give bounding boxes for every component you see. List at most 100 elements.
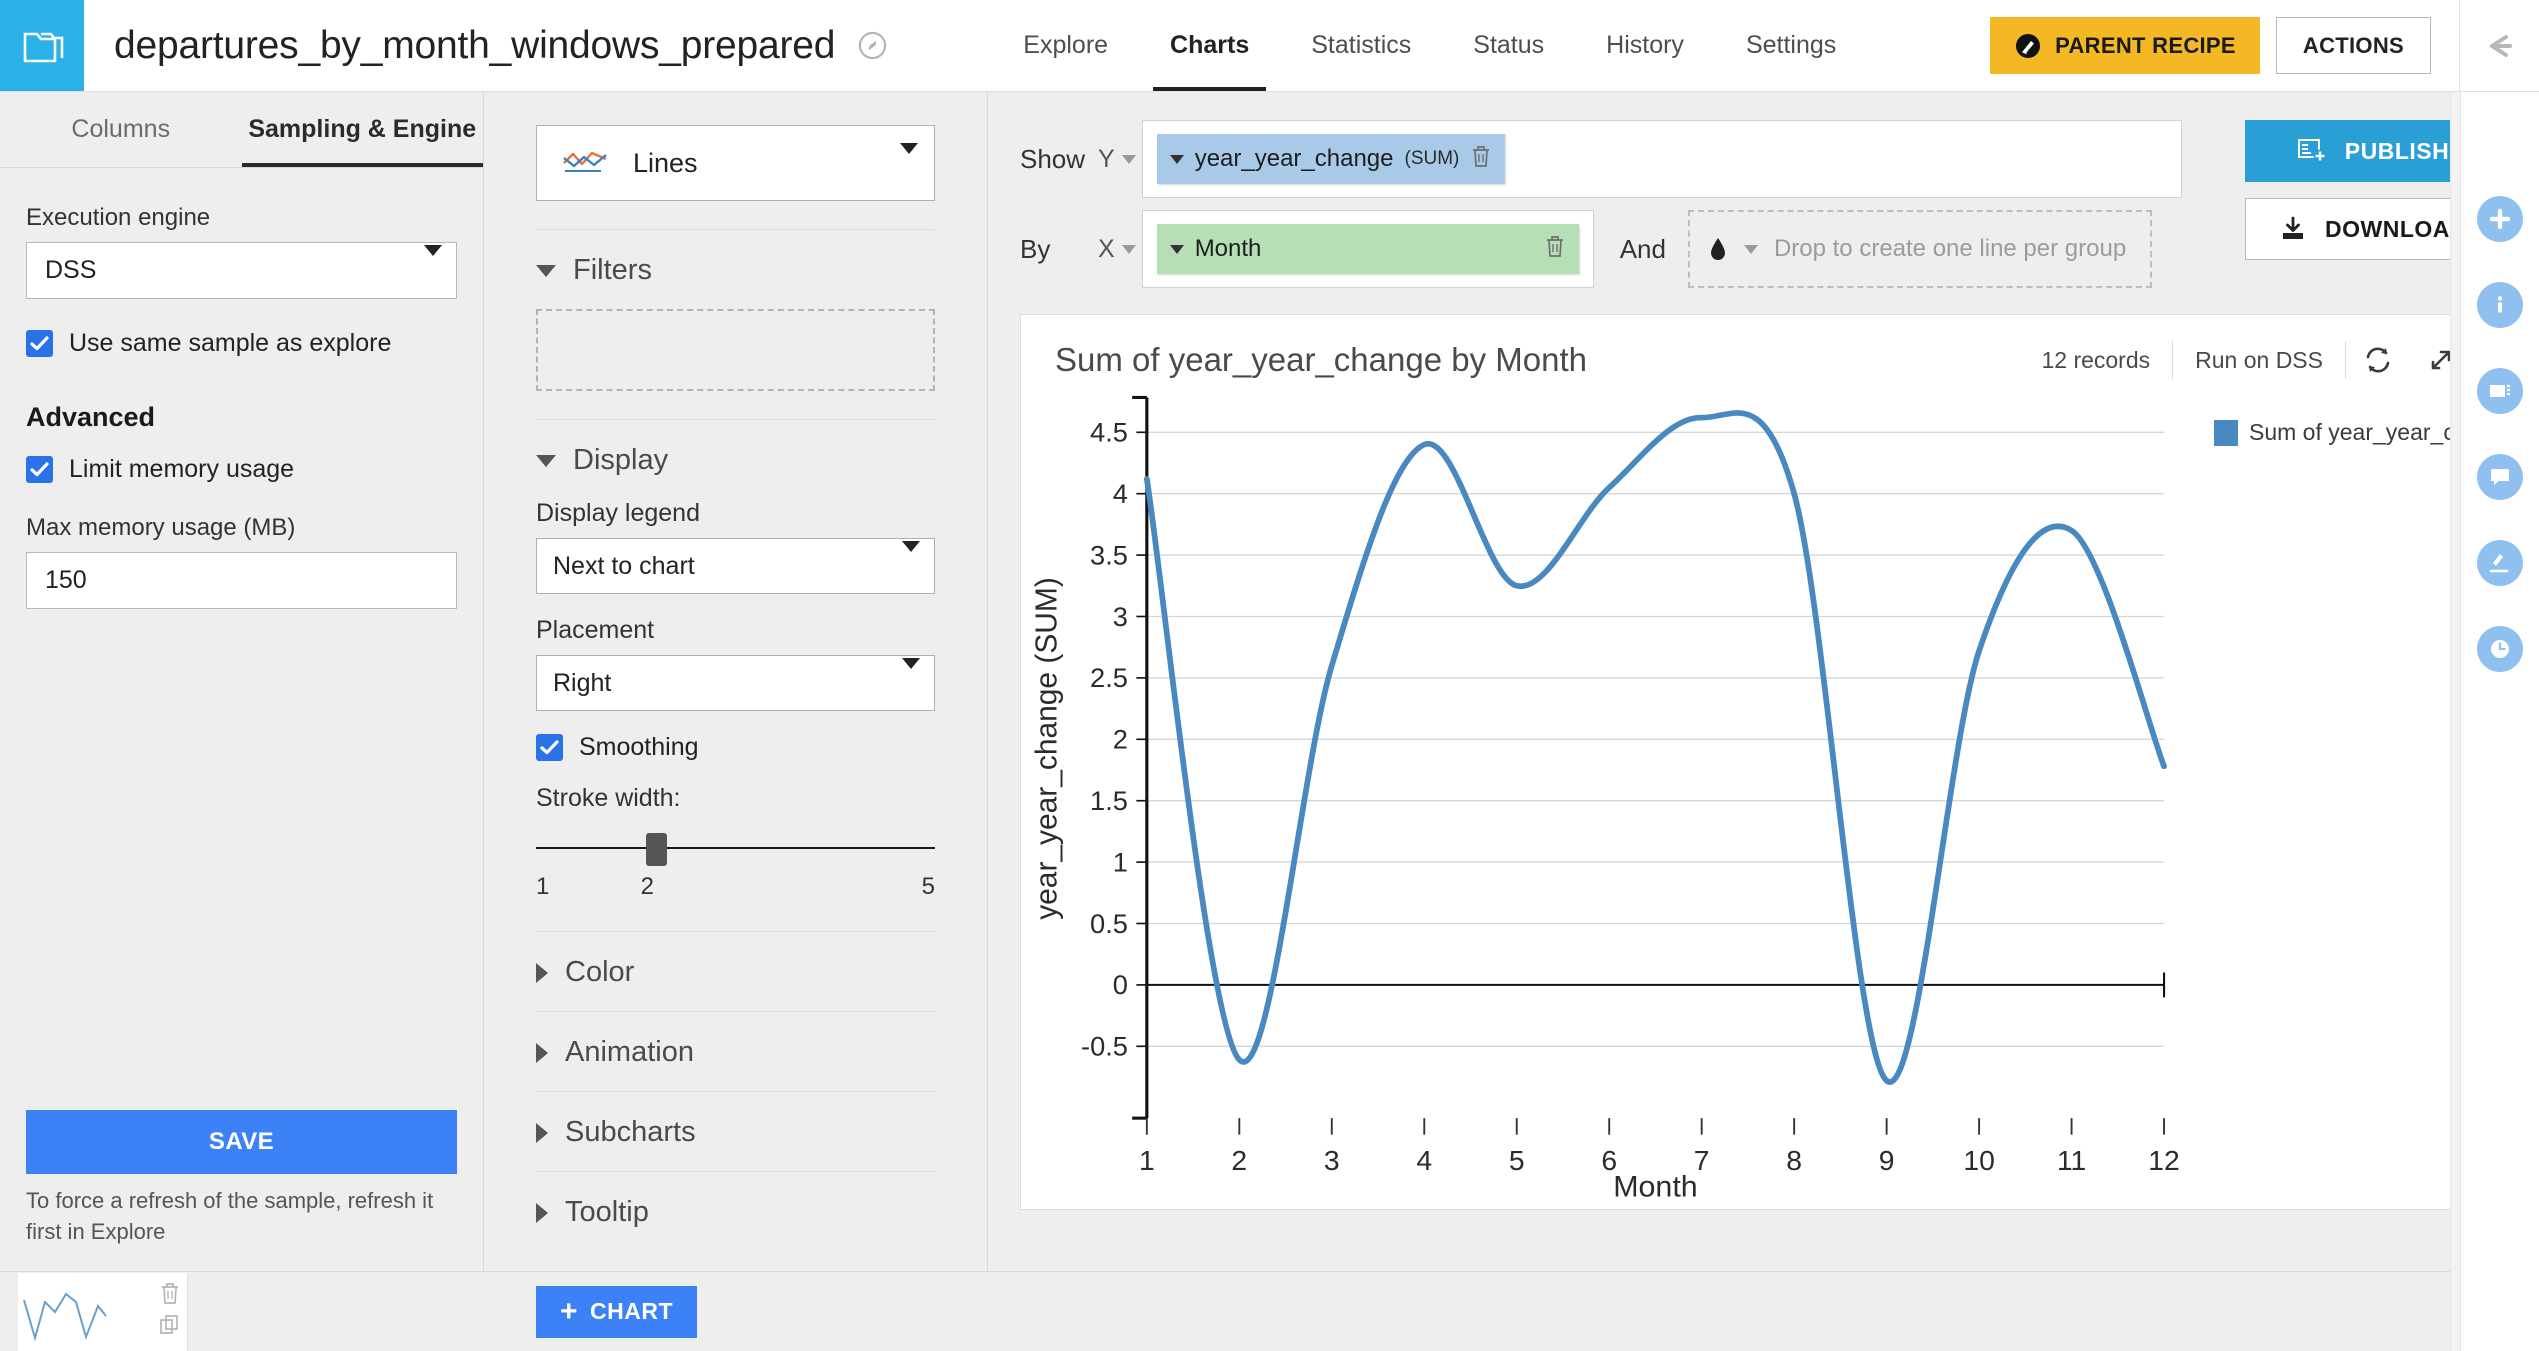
publish-icon xyxy=(2297,137,2327,165)
sampling-panel: Columns Sampling & Engine Execution engi… xyxy=(0,92,484,1271)
copy-icon[interactable] xyxy=(159,1314,181,1341)
show-label: Show xyxy=(1020,144,1092,175)
add-chart-area: + CHART xyxy=(504,1272,2539,1351)
nav-item-charts[interactable]: Charts xyxy=(1139,0,1280,91)
svg-text:4: 4 xyxy=(1416,1145,1432,1176)
lines-chart-icon xyxy=(561,149,609,177)
y-axis-selector[interactable]: Y xyxy=(1092,145,1142,174)
slider-track xyxy=(536,847,935,849)
refresh-icon[interactable] xyxy=(2346,344,2410,376)
dropzones: Show Y year_year_change (SUM) xyxy=(1020,120,2182,288)
plus-icon[interactable] xyxy=(2477,196,2523,242)
svg-text:12: 12 xyxy=(2148,1145,2179,1176)
arrow-left-icon xyxy=(2480,31,2520,61)
chart-type-select[interactable]: Lines xyxy=(536,125,935,201)
svg-text:2: 2 xyxy=(1231,1145,1247,1176)
accordion-animation[interactable]: Animation xyxy=(536,1012,935,1091)
triangle-right-icon xyxy=(536,1123,548,1143)
add-chart-button[interactable]: + CHART xyxy=(536,1286,697,1338)
dimension-pill-month[interactable]: Month xyxy=(1157,224,1579,274)
dss-charts-page: departures_by_month_windows_prepared Exp… xyxy=(0,0,2539,1351)
placement-select[interactable]: Right xyxy=(536,655,935,711)
tab-sampling-engine[interactable]: Sampling & Engine xyxy=(242,92,484,167)
trash-icon[interactable] xyxy=(1470,144,1492,175)
x-dropzone[interactable]: Month xyxy=(1142,210,1594,288)
svg-text:5: 5 xyxy=(1509,1145,1525,1176)
nav-item-settings[interactable]: Settings xyxy=(1715,0,1867,91)
scroll-gutter[interactable] xyxy=(2450,92,2460,1351)
lab-icon[interactable] xyxy=(2477,540,2523,586)
by-label: By xyxy=(1020,234,1092,265)
accordion-tooltip[interactable]: Tooltip xyxy=(536,1172,935,1251)
actions-button[interactable]: ACTIONS xyxy=(2276,17,2431,74)
slider-thumb[interactable] xyxy=(646,833,667,866)
app-header: departures_by_month_windows_prepared Exp… xyxy=(0,0,2539,92)
compass-icon[interactable] xyxy=(857,30,888,61)
triangle-down-icon xyxy=(1122,155,1136,164)
left-panel-tabs: Columns Sampling & Engine xyxy=(0,92,483,168)
broom-icon xyxy=(2014,32,2042,60)
add-chart-label: CHART xyxy=(590,1298,673,1325)
discussion-icon[interactable] xyxy=(2477,454,2523,500)
dimension-pill-label: Month xyxy=(1195,235,1262,263)
accordion-filters-label: Filters xyxy=(573,254,652,287)
x-axis-label: X xyxy=(1098,235,1115,264)
filters-dropzone[interactable] xyxy=(536,309,935,391)
triangle-down-icon xyxy=(1170,245,1184,254)
plot-area: -0.500.511.522.533.544.5123456789101112M… xyxy=(1021,383,2206,1209)
info-icon[interactable] xyxy=(2477,282,2523,328)
run-on-engine[interactable]: Run on DSS xyxy=(2173,347,2345,374)
stroke-width-label: Stroke width: xyxy=(536,784,935,813)
save-button[interactable]: SAVE xyxy=(26,1110,457,1174)
display-legend-select[interactable]: Next to chart xyxy=(536,538,935,594)
svg-text:4.5: 4.5 xyxy=(1090,418,1128,448)
parent-recipe-button[interactable]: PARENT RECIPE xyxy=(1990,17,2260,74)
stroke-width-slider[interactable] xyxy=(536,831,935,865)
y-dropzone[interactable]: year_year_change (SUM) xyxy=(1142,120,2182,198)
by-row: By X Month xyxy=(1020,210,2182,288)
x-axis-selector[interactable]: X xyxy=(1092,235,1142,264)
download-label: DOWNLOAD xyxy=(2325,216,2467,243)
triangle-down-icon xyxy=(1122,245,1136,254)
slider-min-label: 1 xyxy=(536,873,549,901)
left-panel-content: Execution engine DSS Use same sample as … xyxy=(0,168,483,1110)
chart-config-panel: Lines Filters Display Display legend Nex… xyxy=(484,92,988,1271)
history-clock-icon[interactable] xyxy=(2477,626,2523,672)
display-legend-label: Display legend xyxy=(536,499,935,528)
chart-title: Sum of year_year_change by Month xyxy=(1055,341,1587,379)
y-axis-label: Y xyxy=(1098,145,1115,174)
group-dropzone[interactable]: Drop to create one line per group xyxy=(1688,210,2152,288)
use-same-sample-checkbox[interactable]: Use same sample as explore xyxy=(26,329,457,358)
accordion-subcharts[interactable]: Subcharts xyxy=(536,1092,935,1171)
nav-item-explore[interactable]: Explore xyxy=(992,0,1139,91)
nav-item-status[interactable]: Status xyxy=(1442,0,1575,91)
triangle-down-icon xyxy=(1744,245,1758,254)
folder-dataset-icon xyxy=(19,25,65,67)
slider-scale: 1 2 5 xyxy=(536,873,935,901)
limit-memory-checkbox[interactable]: Limit memory usage xyxy=(26,455,457,484)
y-axis-title: year_year_change (SUM) xyxy=(1030,577,1063,920)
svg-text:3: 3 xyxy=(1113,602,1128,632)
nav-item-statistics[interactable]: Statistics xyxy=(1280,0,1442,91)
measure-pill-aggregation: (SUM) xyxy=(1405,148,1460,170)
accordion-display[interactable]: Display xyxy=(536,420,935,499)
accordion-color[interactable]: Color xyxy=(536,932,935,1011)
trash-icon[interactable] xyxy=(159,1281,181,1310)
accordion-display-label: Display xyxy=(573,444,668,477)
execution-engine-select[interactable]: DSS xyxy=(26,242,457,299)
collapse-right-panel-button[interactable] xyxy=(2459,0,2539,91)
accordion-filters[interactable]: Filters xyxy=(536,230,935,309)
chart-thumbnail[interactable] xyxy=(18,1273,188,1351)
use-same-sample-label: Use same sample as explore xyxy=(69,329,391,358)
accordion-color-label: Color xyxy=(565,956,634,989)
smoothing-checkbox[interactable]: Smoothing xyxy=(536,733,935,762)
nav-item-history[interactable]: History xyxy=(1575,0,1715,91)
triangle-right-icon xyxy=(536,963,548,983)
svg-text:8: 8 xyxy=(1786,1145,1802,1176)
max-memory-input[interactable]: 150 xyxy=(26,552,457,609)
dataset-logo[interactable] xyxy=(0,0,84,91)
details-list-icon[interactable] xyxy=(2477,368,2523,414)
tab-columns[interactable]: Columns xyxy=(0,92,242,167)
trash-icon[interactable] xyxy=(1544,234,1566,265)
measure-pill-year-year-change[interactable]: year_year_change (SUM) xyxy=(1157,134,1506,184)
